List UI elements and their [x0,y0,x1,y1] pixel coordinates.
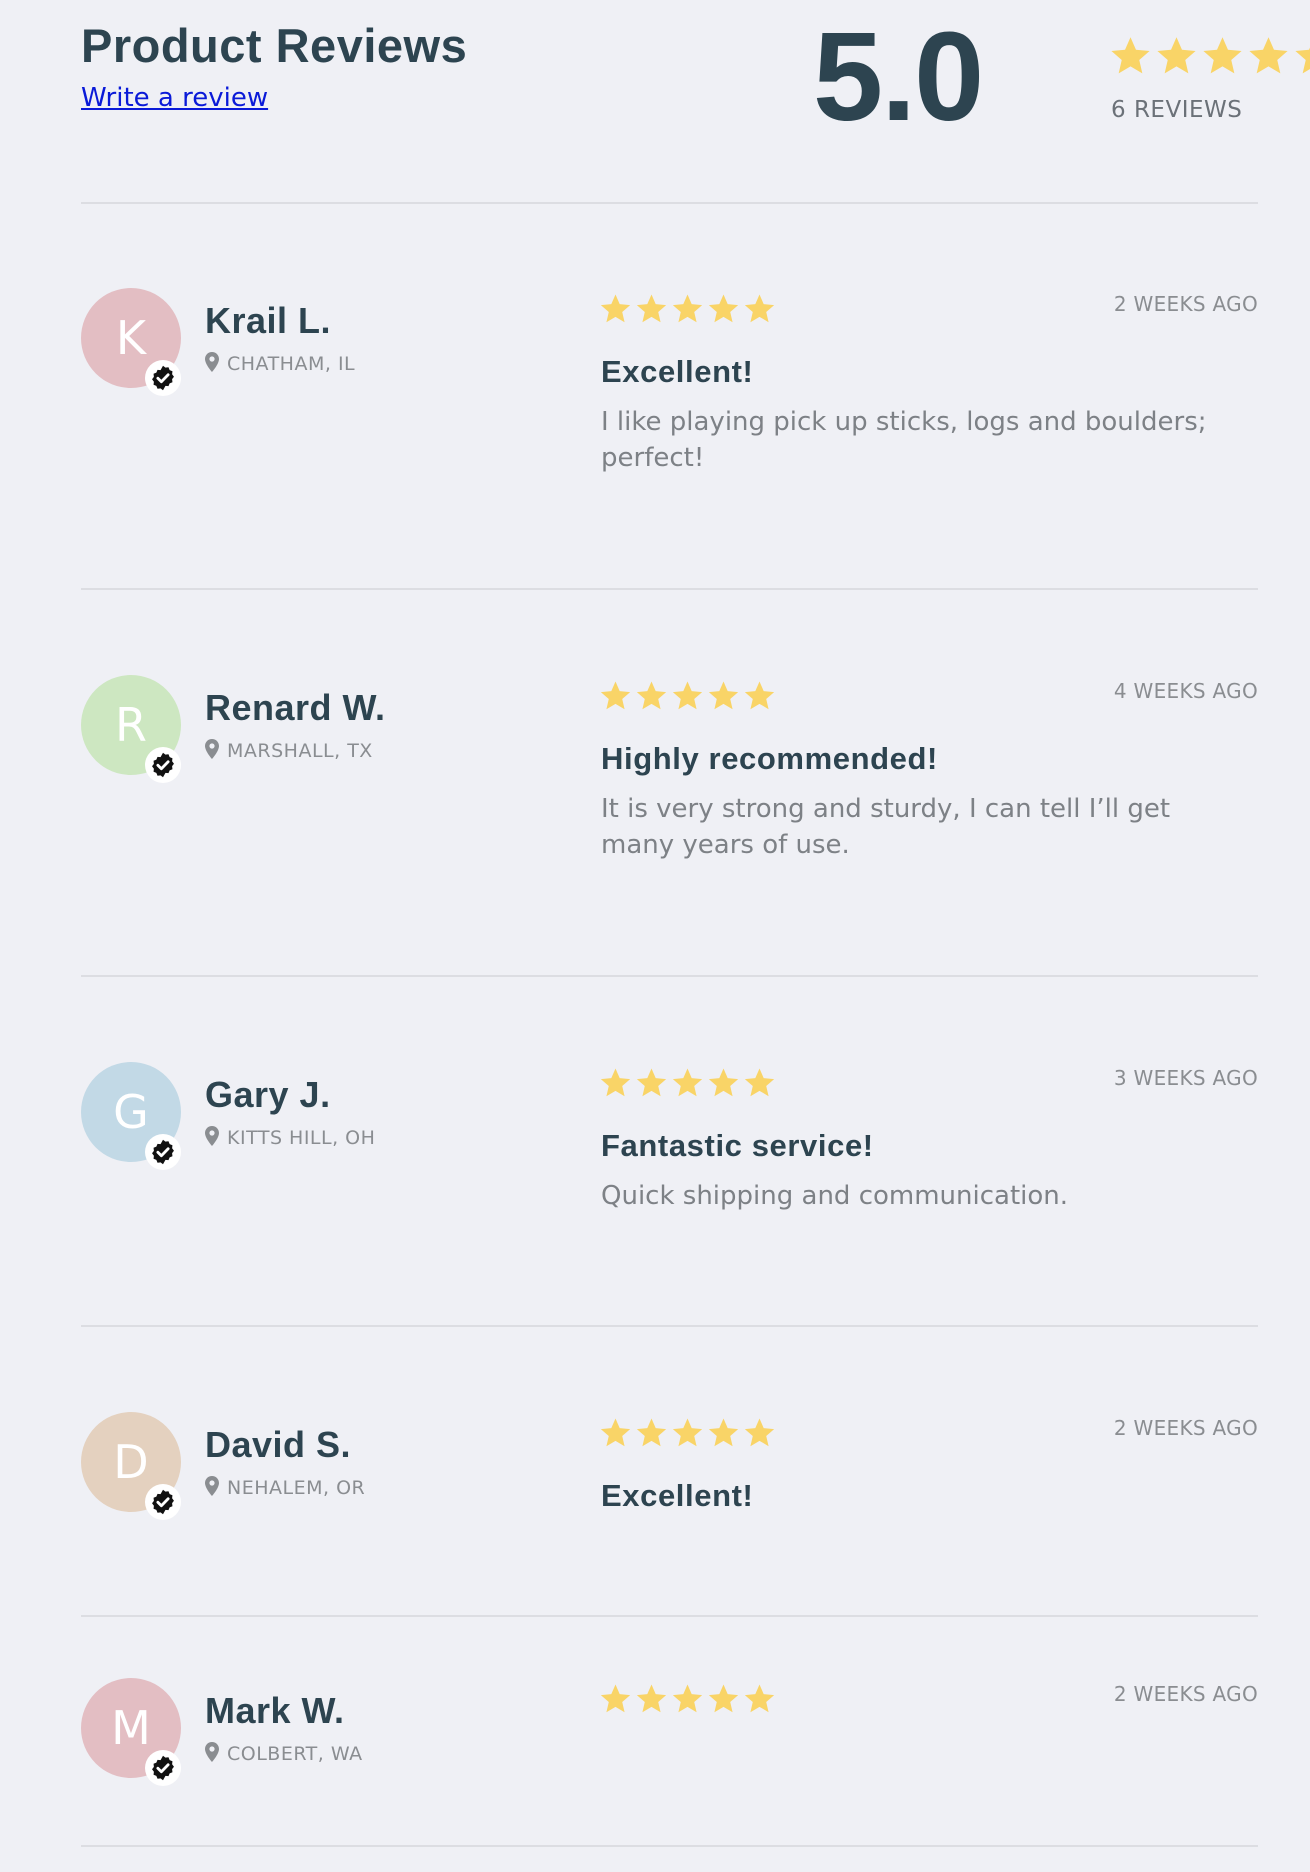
verified-badge-icon [145,1750,181,1786]
reviewer-location: COLBERT, WA [205,1742,363,1766]
star-icon [636,1418,667,1447]
verified-badge-icon [145,1134,181,1170]
divider [81,1615,1258,1617]
reviewer-name: Gary J. [205,1074,331,1115]
location-text: NEHALEM, OR [227,1477,366,1499]
star-icon [672,294,703,323]
rating-stars [599,292,776,325]
average-score: 5.0 [813,6,984,147]
star-icon [744,294,775,323]
review-date: 2 WEEKS AGO [1113,1682,1258,1706]
star-icon [672,1418,703,1447]
verified-badge-icon [145,360,181,396]
star-icon [636,681,667,710]
star-icon [708,1418,739,1447]
star-icon [744,1684,775,1713]
star-icon [1295,47,1310,74]
review-date: 4 WEEKS AGO [1113,679,1258,703]
review-date: 2 WEEKS AGO [1113,292,1258,316]
star-icon [1203,37,1242,74]
reviewer-name: Renard W. [205,687,386,728]
review-title: Fantastic service! [601,1128,874,1163]
rating-stars [599,1682,776,1715]
review-title: Highly recommended! [601,741,938,776]
review-body: I like playing pick up sticks, logs and … [601,407,1207,473]
location-pin-icon [205,1476,219,1500]
star-icon [600,681,631,710]
star-icon [1157,37,1196,74]
divider [81,202,1258,204]
star-icon [708,1068,739,1097]
location-pin-icon [205,352,219,376]
reviewer-location: KITTS HILL, OH [205,1126,375,1150]
divider [81,975,1258,977]
rating-stars [599,1066,776,1099]
review-count: 6 REVIEWS [1111,97,1243,123]
location-pin-icon [205,1742,219,1766]
location-text: MARSHALL, TX [227,740,373,762]
rating-stars [599,1416,776,1449]
star-icon [744,1418,775,1447]
star-icon [600,1068,631,1097]
average-rating-stars [1109,34,1310,77]
star-icon [708,681,739,710]
review-body: Quick shipping and communication. [601,1181,1069,1211]
avatar-initial: D [113,1435,149,1489]
verified-badge-icon [145,747,181,783]
review-title: Excellent! [601,1478,754,1513]
star-icon [708,294,739,323]
reviews-widget: Product Reviews Write a review 5.0 6 REV… [81,0,1310,1847]
avatar-initial: R [115,698,147,752]
review-date: 2 WEEKS AGO [1113,1416,1258,1440]
star-icon [672,1068,703,1097]
location-pin-icon [205,1126,219,1150]
review-title: Excellent! [601,354,754,389]
star-icon [636,294,667,323]
divider [81,588,1258,590]
star-icon [744,1068,775,1097]
reviews-header: Product Reviews Write a review 5.0 6 REV… [81,0,1310,203]
star-icon [672,681,703,710]
rating-stars [599,679,776,712]
reviewer-location: NEHALEM, OR [205,1476,365,1500]
review-date: 3 WEEKS AGO [1113,1066,1258,1090]
location-text: CHATHAM, IL [227,353,356,375]
location-text: KITTS HILL, OH [227,1127,376,1149]
star-icon [600,294,631,323]
star-icon [600,1418,631,1447]
write-review-link[interactable]: Write a review [81,83,268,113]
star-icon [1111,37,1150,74]
star-icon [636,1684,667,1713]
verified-badge-icon [145,1484,181,1520]
avatar-initial: G [113,1085,149,1139]
divider [81,1325,1258,1327]
star-icon [600,1684,631,1713]
reviewer-location: CHATHAM, IL [205,352,355,376]
page-title: Product Reviews [81,19,468,72]
star-icon [708,1684,739,1713]
location-pin-icon [205,739,219,763]
avatar-initial: K [115,311,147,365]
star-icon [1249,37,1288,74]
reviewer-location: MARSHALL, TX [205,739,373,763]
review-body: It is very strong and sturdy, I can tell… [601,794,1171,860]
reviewer-name: Mark W. [205,1690,345,1731]
star-icon [744,681,775,710]
reviewer-name: David S. [205,1424,352,1465]
star-icon [636,1068,667,1097]
reviewer-name: Krail L. [205,300,332,341]
avatar-initial: M [111,1701,151,1755]
location-text: COLBERT, WA [227,1743,363,1765]
divider [81,1845,1258,1847]
star-icon [672,1684,703,1713]
